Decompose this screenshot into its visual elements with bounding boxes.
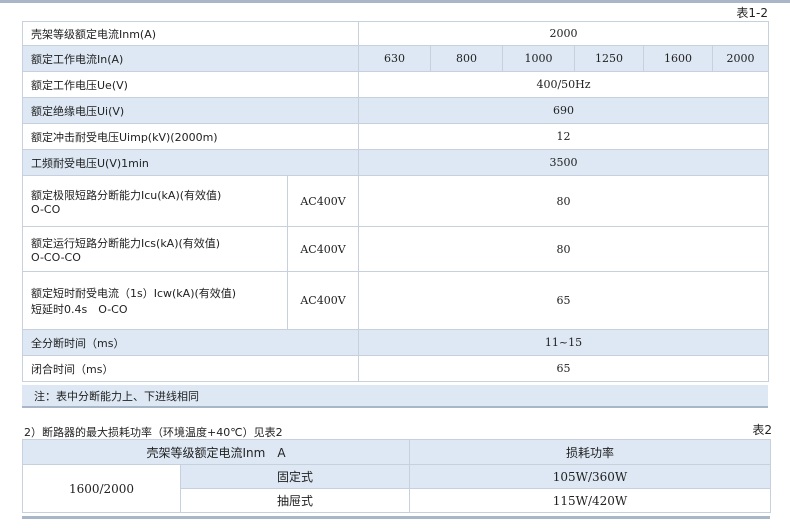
label-insulation-voltage: 额定绝缘电压Ui(V) — [21, 97, 360, 124]
label-break-time: 全分断时间（ms） — [21, 329, 360, 356]
loss-fixed: 105W/360W — [409, 464, 772, 489]
loss-drawout: 115W/420W — [409, 488, 772, 513]
row-ics: 额定运行短路分断能力Ics(kA)(有效值) O-CO-CO AC400V 80 — [22, 226, 770, 272]
value-icw: 65 — [358, 271, 770, 330]
power-loss-table: 壳架等级额定电流Inm A 损耗功率 1600/2000 固定式 105W/36… — [21, 439, 772, 513]
value-power-freq-voltage: 3500 — [358, 149, 770, 176]
bottom-rule — [22, 516, 770, 519]
value-frame-current: 2000 — [358, 21, 770, 46]
label-rated-current: 额定工作电流In(A) — [21, 45, 360, 72]
type-drawout: 抽屉式 — [179, 488, 411, 513]
row-close-time: 闭合时间（ms） 65 — [21, 355, 770, 382]
value-ics: 80 — [358, 226, 770, 272]
condition-icu: AC400V — [286, 175, 360, 227]
label-power-freq-voltage: 工频耐受电压U(V)1min — [21, 149, 360, 176]
value-rated-current-5: 2000 — [712, 45, 770, 72]
row-icu: 额定极限短路分断能力Icu(kA)(有效值) O-CO AC400V 80 — [22, 175, 770, 227]
header-power-loss: 损耗功率 — [409, 439, 772, 465]
label-icu-line1: 额定极限短路分断能力Icu(kA)(有效值) — [31, 188, 222, 202]
condition-ics: AC400V — [286, 226, 360, 272]
value-insulation-voltage: 690 — [358, 97, 770, 124]
type-fixed: 固定式 — [179, 464, 411, 489]
label-icw-line1: 额定短时耐受电流（1s）Icw(kA)(有效值) — [31, 286, 237, 300]
power-loss-row-fixed: 1600/2000 固定式 105W/360W — [22, 464, 772, 513]
row-rated-voltage: 额定工作电压Ue(V) 400/50Hz — [21, 71, 770, 98]
power-loss-header-row: 壳架等级额定电流Inm A 损耗功率 — [21, 439, 772, 465]
row-break-time: 全分断时间（ms） 11~15 — [21, 329, 770, 356]
label-rated-voltage: 额定工作电压Ue(V) — [21, 71, 360, 98]
value-rated-current-1: 800 — [430, 45, 504, 72]
value-close-time: 65 — [358, 355, 770, 382]
value-break-time: 11~15 — [358, 329, 770, 356]
label-frame-current: 壳架等级额定电流Inm(A) — [21, 21, 360, 46]
row-frame-current: 壳架等级额定电流Inm(A) 2000 — [21, 21, 770, 46]
value-rated-current-2: 1000 — [502, 45, 576, 72]
value-impulse-voltage: 12 — [358, 123, 770, 150]
row-impulse-voltage: 额定冲击耐受电压Uimp(kV)(2000m) 12 — [21, 123, 770, 150]
label-ics-line1: 额定运行短路分断能力Ics(kA)(有效值) — [31, 236, 221, 250]
section2-heading: 2）断路器的最大损耗功率（环境温度+40℃）见表2 — [24, 426, 283, 439]
table-note: 注：表中分断能力上、下进线相同 — [22, 385, 768, 408]
label-ics: 额定运行短路分断能力Ics(kA)(有效值) O-CO-CO — [22, 226, 288, 272]
condition-icw: AC400V — [286, 271, 360, 330]
label-close-time: 闭合时间（ms） — [21, 355, 360, 382]
spec-table: 壳架等级额定电流Inm(A) 2000 额定工作电流In(A) 630 800 … — [21, 21, 770, 382]
frame-value: 1600/2000 — [22, 464, 181, 513]
row-insulation-voltage: 额定绝缘电压Ui(V) 690 — [21, 97, 770, 124]
table1-caption: 表1-2 — [736, 6, 768, 20]
row-rated-current: 额定工作电流In(A) 630 800 1000 1250 1600 2000 — [21, 45, 770, 72]
value-icu: 80 — [358, 175, 770, 227]
row-icw: 额定短时耐受电流（1s）Icw(kA)(有效值) 短延时0.4s O-CO AC… — [22, 271, 770, 330]
label-icw: 额定短时耐受电流（1s）Icw(kA)(有效值) 短延时0.4s O-CO — [22, 271, 288, 330]
label-icu-line2: O-CO — [31, 202, 61, 216]
row-power-freq-voltage: 工频耐受电压U(V)1min 3500 — [21, 149, 770, 176]
label-impulse-voltage: 额定冲击耐受电压Uimp(kV)(2000m) — [21, 123, 360, 150]
top-rule — [0, 0, 790, 3]
label-ics-line2: O-CO-CO — [31, 250, 81, 264]
header-frame-current: 壳架等级额定电流Inm A — [21, 439, 411, 465]
value-rated-current-3: 1250 — [574, 45, 645, 72]
label-icw-line2: 短延时0.4s O-CO — [31, 302, 128, 316]
label-icu: 额定极限短路分断能力Icu(kA)(有效值) O-CO — [22, 175, 288, 227]
table2-caption: 表2 — [752, 423, 772, 437]
value-rated-voltage: 400/50Hz — [358, 71, 770, 98]
value-rated-current-0: 630 — [358, 45, 432, 72]
value-rated-current-4: 1600 — [643, 45, 714, 72]
